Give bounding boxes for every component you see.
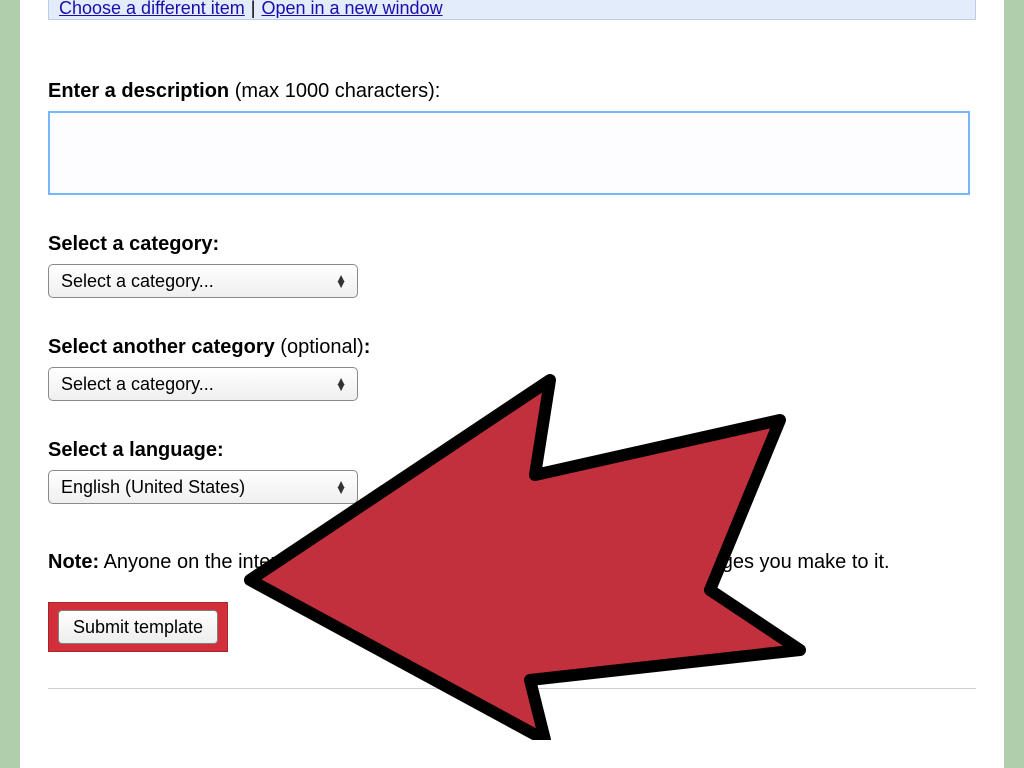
description-label: Enter a description (max 1000 characters… xyxy=(48,80,976,103)
footer-divider xyxy=(48,688,976,689)
submit-highlight-box: Submit template xyxy=(48,602,228,652)
info-bar: Choose a different item | Open in a new … xyxy=(48,0,976,20)
category2-select[interactable]: Select a category... ▲▼ xyxy=(48,367,358,401)
category2-label: Select another category (optional): xyxy=(48,336,976,359)
submit-template-button[interactable]: Submit template xyxy=(58,610,218,644)
category1-select[interactable]: Select a category... ▲▼ xyxy=(48,264,358,298)
language-selected: English (United States) xyxy=(61,477,245,498)
description-label-bold: Enter a description xyxy=(48,80,229,102)
note-text: Note: Anyone on the internet will be abl… xyxy=(48,548,948,576)
language-select[interactable]: English (United States) ▲▼ xyxy=(48,470,358,504)
category2-selected: Select a category... xyxy=(61,374,214,395)
open-new-window-link[interactable]: Open in a new window xyxy=(261,0,442,19)
separator: | xyxy=(251,0,256,19)
updown-icon: ▲▼ xyxy=(335,275,347,287)
updown-icon: ▲▼ xyxy=(335,378,347,390)
description-label-rest: (max 1000 characters): xyxy=(229,80,440,102)
choose-different-item-link[interactable]: Choose a different item xyxy=(59,0,245,19)
form-page: Choose a different item | Open in a new … xyxy=(20,0,1004,768)
language-label: Select a language: xyxy=(48,439,976,462)
updown-icon: ▲▼ xyxy=(335,481,347,493)
category1-selected: Select a category... xyxy=(61,271,214,292)
description-input[interactable] xyxy=(48,111,970,195)
category1-label: Select a category: xyxy=(48,233,976,256)
